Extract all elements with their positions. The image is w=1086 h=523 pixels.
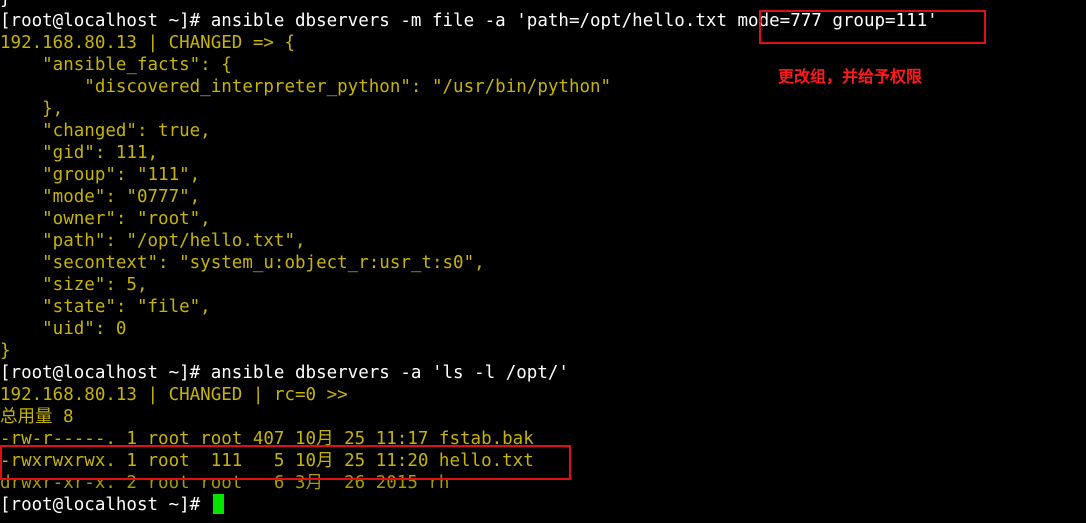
terminal-window[interactable]: } [root@localhost ~]# ansible dbservers … [0, 0, 1086, 523]
terminal-line-output: "ansible_facts": { [0, 55, 232, 75]
terminal-line-output-host: 192.168.80.13 | CHANGED | rc=0 >> [0, 385, 348, 405]
terminal-line-output: "size": 5, [0, 275, 148, 295]
terminal-line-output: "mode": "0777", [0, 187, 201, 207]
terminal-line-closing-brace-top: } [0, 0, 11, 10]
terminal-line-output: } [0, 341, 11, 361]
terminal-line-output: }, [0, 99, 64, 119]
terminal-line-output: "changed": true, [0, 121, 211, 141]
terminal-prompt: [root@localhost ~]# [0, 495, 211, 515]
terminal-prompt-line[interactable]: [root@localhost ~]# [0, 494, 224, 516]
terminal-line-output: "group": "111", [0, 165, 201, 185]
terminal-line-output: "secontext": "system_u:object_r:usr_t:s0… [0, 253, 485, 273]
text-cursor [212, 494, 224, 514]
terminal-line-output: "gid": 111, [0, 143, 159, 163]
terminal-line-output: "uid": 0 [0, 319, 127, 339]
terminal-line-command-ls: [root@localhost ~]# ansible dbservers -a… [0, 363, 569, 383]
terminal-line-output: 总用量 8 [0, 407, 74, 427]
terminal-line-command-file: [root@localhost ~]# ansible dbservers -m… [0, 11, 938, 31]
terminal-line-listing-rh: drwxr-xr-x. 2 root root 6 3月 26 2015 rh [0, 473, 450, 493]
terminal-line-output: "path": "/opt/hello.txt", [0, 231, 306, 251]
terminal-line-output: "owner": "root", [0, 209, 211, 229]
annotation-label: 更改组，并给予权限 [778, 67, 923, 86]
terminal-line-listing-fstab: -rw-r-----. 1 root root 407 10月 25 11:17… [0, 429, 534, 449]
terminal-line-output: "discovered_interpreter_python": "/usr/b… [0, 77, 612, 97]
terminal-line-output: "state": "file", [0, 297, 211, 317]
terminal-line-listing-hello: -rwxrwxrwx. 1 root 111 5 10月 25 11:20 he… [0, 451, 534, 471]
terminal-line-output-host: 192.168.80.13 | CHANGED => { [0, 33, 296, 53]
